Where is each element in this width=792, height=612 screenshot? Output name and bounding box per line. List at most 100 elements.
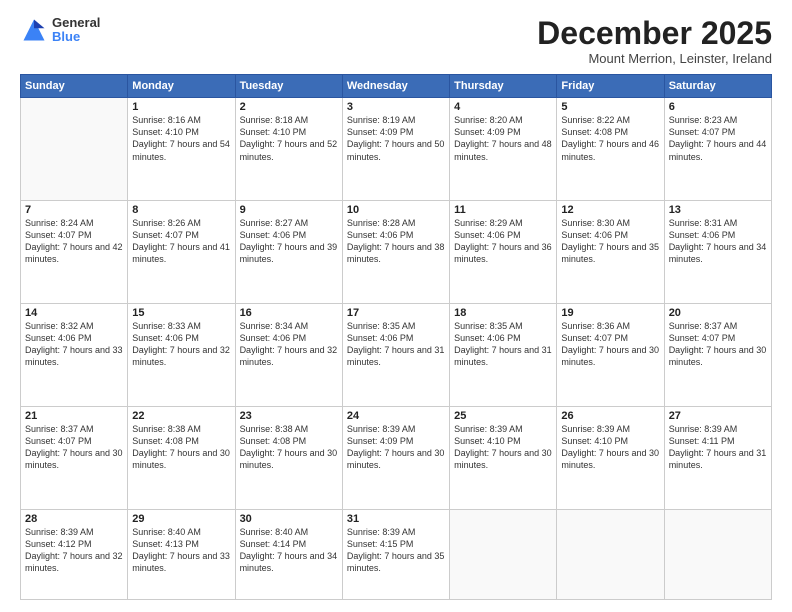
sunset-label: Sunset: 4:08 PM xyxy=(240,436,307,446)
sunrise-label: Sunrise: 8:35 AM xyxy=(454,321,523,331)
sunrise-label: Sunrise: 8:26 AM xyxy=(132,218,201,228)
calendar-week-row: 14 Sunrise: 8:32 AM Sunset: 4:06 PM Dayl… xyxy=(21,303,772,406)
table-row: 26 Sunrise: 8:39 AM Sunset: 4:10 PM Dayl… xyxy=(557,406,664,509)
sunset-label: Sunset: 4:10 PM xyxy=(454,436,521,446)
table-row: 17 Sunrise: 8:35 AM Sunset: 4:06 PM Dayl… xyxy=(342,303,449,406)
logo-blue-text: Blue xyxy=(52,30,100,44)
cell-info: Sunrise: 8:38 AM Sunset: 4:08 PM Dayligh… xyxy=(240,423,338,472)
col-sunday: Sunday xyxy=(21,75,128,98)
table-row: 31 Sunrise: 8:39 AM Sunset: 4:15 PM Dayl… xyxy=(342,509,449,599)
sunrise-label: Sunrise: 8:40 AM xyxy=(132,527,201,537)
cell-info: Sunrise: 8:28 AM Sunset: 4:06 PM Dayligh… xyxy=(347,217,445,266)
sunset-label: Sunset: 4:08 PM xyxy=(132,436,199,446)
daylight-label: Daylight: 7 hours and 46 minutes. xyxy=(561,139,659,161)
table-row: 1 Sunrise: 8:16 AM Sunset: 4:10 PM Dayli… xyxy=(128,98,235,201)
table-row: 13 Sunrise: 8:31 AM Sunset: 4:06 PM Dayl… xyxy=(664,201,771,304)
logo-general-text: General xyxy=(52,16,100,30)
sunrise-label: Sunrise: 8:27 AM xyxy=(240,218,309,228)
cell-info: Sunrise: 8:39 AM Sunset: 4:10 PM Dayligh… xyxy=(454,423,552,472)
table-row: 24 Sunrise: 8:39 AM Sunset: 4:09 PM Dayl… xyxy=(342,406,449,509)
daylight-label: Daylight: 7 hours and 30 minutes. xyxy=(669,345,767,367)
col-tuesday: Tuesday xyxy=(235,75,342,98)
cell-info: Sunrise: 8:35 AM Sunset: 4:06 PM Dayligh… xyxy=(347,320,445,369)
col-monday: Monday xyxy=(128,75,235,98)
cell-info: Sunrise: 8:29 AM Sunset: 4:06 PM Dayligh… xyxy=(454,217,552,266)
sunset-label: Sunset: 4:10 PM xyxy=(561,436,628,446)
cell-info: Sunrise: 8:37 AM Sunset: 4:07 PM Dayligh… xyxy=(25,423,123,472)
daylight-label: Daylight: 7 hours and 31 minutes. xyxy=(669,448,767,470)
daylight-label: Daylight: 7 hours and 50 minutes. xyxy=(347,139,445,161)
cell-info: Sunrise: 8:31 AM Sunset: 4:06 PM Dayligh… xyxy=(669,217,767,266)
sunset-label: Sunset: 4:07 PM xyxy=(132,230,199,240)
cell-info: Sunrise: 8:20 AM Sunset: 4:09 PM Dayligh… xyxy=(454,114,552,163)
sunset-label: Sunset: 4:07 PM xyxy=(25,436,92,446)
table-row: 2 Sunrise: 8:18 AM Sunset: 4:10 PM Dayli… xyxy=(235,98,342,201)
day-number: 20 xyxy=(669,307,767,319)
sunrise-label: Sunrise: 8:35 AM xyxy=(347,321,416,331)
day-number: 5 xyxy=(561,101,659,113)
day-number: 14 xyxy=(25,307,123,319)
sunrise-label: Sunrise: 8:37 AM xyxy=(25,424,94,434)
cell-info: Sunrise: 8:18 AM Sunset: 4:10 PM Dayligh… xyxy=(240,114,338,163)
cell-info: Sunrise: 8:36 AM Sunset: 4:07 PM Dayligh… xyxy=(561,320,659,369)
day-number: 6 xyxy=(669,101,767,113)
daylight-label: Daylight: 7 hours and 39 minutes. xyxy=(240,242,338,264)
calendar-week-row: 28 Sunrise: 8:39 AM Sunset: 4:12 PM Dayl… xyxy=(21,509,772,599)
sunset-label: Sunset: 4:06 PM xyxy=(561,230,628,240)
sunset-label: Sunset: 4:10 PM xyxy=(132,127,199,137)
sunset-label: Sunset: 4:07 PM xyxy=(561,333,628,343)
table-row: 22 Sunrise: 8:38 AM Sunset: 4:08 PM Dayl… xyxy=(128,406,235,509)
sunset-label: Sunset: 4:09 PM xyxy=(347,127,414,137)
sunset-label: Sunset: 4:08 PM xyxy=(561,127,628,137)
sunrise-label: Sunrise: 8:32 AM xyxy=(25,321,94,331)
table-row: 12 Sunrise: 8:30 AM Sunset: 4:06 PM Dayl… xyxy=(557,201,664,304)
sunset-label: Sunset: 4:06 PM xyxy=(347,333,414,343)
sunset-label: Sunset: 4:06 PM xyxy=(240,333,307,343)
col-thursday: Thursday xyxy=(450,75,557,98)
day-number: 12 xyxy=(561,204,659,216)
header: General Blue December 2025 Mount Merrion… xyxy=(20,16,772,66)
sunset-label: Sunset: 4:14 PM xyxy=(240,539,307,549)
daylight-label: Daylight: 7 hours and 54 minutes. xyxy=(132,139,230,161)
cell-info: Sunrise: 8:37 AM Sunset: 4:07 PM Dayligh… xyxy=(669,320,767,369)
table-row xyxy=(450,509,557,599)
sunrise-label: Sunrise: 8:28 AM xyxy=(347,218,416,228)
daylight-label: Daylight: 7 hours and 30 minutes. xyxy=(25,448,123,470)
cell-info: Sunrise: 8:16 AM Sunset: 4:10 PM Dayligh… xyxy=(132,114,230,163)
table-row: 5 Sunrise: 8:22 AM Sunset: 4:08 PM Dayli… xyxy=(557,98,664,201)
daylight-label: Daylight: 7 hours and 36 minutes. xyxy=(454,242,552,264)
table-row xyxy=(557,509,664,599)
cell-info: Sunrise: 8:40 AM Sunset: 4:13 PM Dayligh… xyxy=(132,526,230,575)
daylight-label: Daylight: 7 hours and 32 minutes. xyxy=(25,551,123,573)
table-row: 21 Sunrise: 8:37 AM Sunset: 4:07 PM Dayl… xyxy=(21,406,128,509)
daylight-label: Daylight: 7 hours and 30 minutes. xyxy=(561,345,659,367)
cell-info: Sunrise: 8:33 AM Sunset: 4:06 PM Dayligh… xyxy=(132,320,230,369)
cell-info: Sunrise: 8:38 AM Sunset: 4:08 PM Dayligh… xyxy=(132,423,230,472)
table-row xyxy=(664,509,771,599)
location-subtitle: Mount Merrion, Leinster, Ireland xyxy=(537,51,772,66)
sunrise-label: Sunrise: 8:30 AM xyxy=(561,218,630,228)
sunset-label: Sunset: 4:06 PM xyxy=(454,230,521,240)
table-row: 10 Sunrise: 8:28 AM Sunset: 4:06 PM Dayl… xyxy=(342,201,449,304)
daylight-label: Daylight: 7 hours and 33 minutes. xyxy=(132,551,230,573)
day-number: 3 xyxy=(347,101,445,113)
daylight-label: Daylight: 7 hours and 35 minutes. xyxy=(347,551,445,573)
cell-info: Sunrise: 8:39 AM Sunset: 4:11 PM Dayligh… xyxy=(669,423,767,472)
table-row: 7 Sunrise: 8:24 AM Sunset: 4:07 PM Dayli… xyxy=(21,201,128,304)
cell-info: Sunrise: 8:35 AM Sunset: 4:06 PM Dayligh… xyxy=(454,320,552,369)
calendar-week-row: 21 Sunrise: 8:37 AM Sunset: 4:07 PM Dayl… xyxy=(21,406,772,509)
cell-info: Sunrise: 8:34 AM Sunset: 4:06 PM Dayligh… xyxy=(240,320,338,369)
table-row: 27 Sunrise: 8:39 AM Sunset: 4:11 PM Dayl… xyxy=(664,406,771,509)
cell-info: Sunrise: 8:39 AM Sunset: 4:15 PM Dayligh… xyxy=(347,526,445,575)
sunrise-label: Sunrise: 8:37 AM xyxy=(669,321,738,331)
sunrise-label: Sunrise: 8:24 AM xyxy=(25,218,94,228)
sunrise-label: Sunrise: 8:36 AM xyxy=(561,321,630,331)
calendar-week-row: 1 Sunrise: 8:16 AM Sunset: 4:10 PM Dayli… xyxy=(21,98,772,201)
daylight-label: Daylight: 7 hours and 34 minutes. xyxy=(240,551,338,573)
sunset-label: Sunset: 4:06 PM xyxy=(25,333,92,343)
table-row xyxy=(21,98,128,201)
table-row: 14 Sunrise: 8:32 AM Sunset: 4:06 PM Dayl… xyxy=(21,303,128,406)
day-number: 21 xyxy=(25,410,123,422)
table-row: 29 Sunrise: 8:40 AM Sunset: 4:13 PM Dayl… xyxy=(128,509,235,599)
day-number: 16 xyxy=(240,307,338,319)
